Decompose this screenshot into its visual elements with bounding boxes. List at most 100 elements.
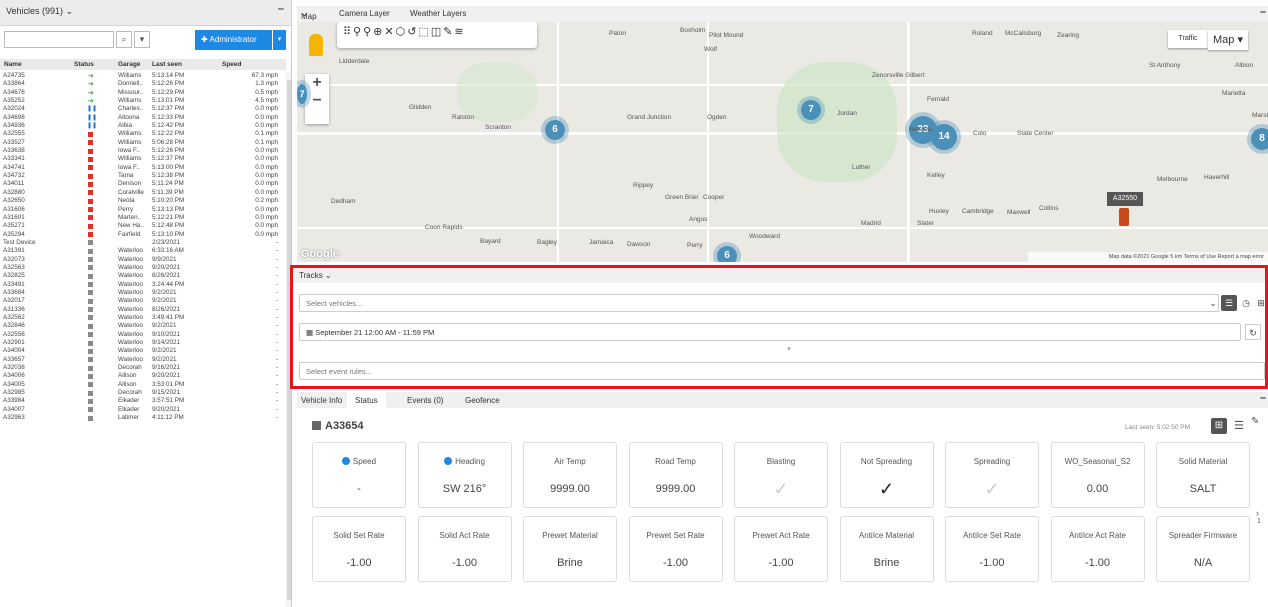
minimize-icon[interactable]: – bbox=[278, 3, 284, 15]
map-tab[interactable]: Map ⌄ bbox=[301, 9, 317, 21]
cluster-marker[interactable]: 7 bbox=[297, 84, 307, 104]
table-row[interactable]: A32985 Decorah 9/15/2021 - bbox=[0, 389, 286, 397]
table-row[interactable]: A34732 Tama 5:12:38 PM 0.0 mph bbox=[0, 172, 286, 180]
table-row[interactable]: Test Device 2/23/2021 - bbox=[0, 239, 286, 247]
vehicle-speed: 0.0 mph bbox=[255, 213, 278, 221]
tab-vehicle-info[interactable]: Vehicle Info bbox=[301, 396, 342, 405]
vehicles-title[interactable]: Vehicles (991) bbox=[6, 6, 63, 16]
table-row[interactable]: A35252 ➔ Williams 5:13:01 PM 4.5 mph bbox=[0, 97, 286, 105]
tab-geofence[interactable]: Geofence bbox=[465, 396, 500, 405]
col-name[interactable]: Name bbox=[4, 61, 22, 68]
col-garage[interactable]: Garage bbox=[118, 61, 140, 68]
grid-icon[interactable]: ⊞ bbox=[1253, 295, 1268, 311]
edit-icon[interactable]: ✎ bbox=[1251, 416, 1265, 432]
select-event-rules-input[interactable]: Select event rules... bbox=[299, 362, 1265, 380]
cluster-marker[interactable]: 7 bbox=[801, 100, 821, 120]
chevron-down-icon[interactable]: ⌄ bbox=[1205, 295, 1221, 311]
table-row[interactable]: A32846 Waterloo 9/2/2021 - bbox=[0, 322, 286, 330]
minimize-icon[interactable]: – bbox=[1260, 6, 1266, 18]
filter-dropdown-icon[interactable]: ▾ bbox=[134, 31, 150, 48]
table-row[interactable]: A32963 Latimer 4:11:12 PM - bbox=[0, 414, 286, 422]
table-row[interactable]: A33341 Williams 5:12:37 PM 0.0 mph bbox=[0, 155, 286, 163]
zoom-in-icon[interactable]: + bbox=[305, 74, 329, 92]
administrator-button[interactable]: ✚ Administrator bbox=[195, 30, 272, 50]
table-row[interactable]: A31336 Waterloo 8/26/2021 - bbox=[0, 306, 286, 314]
table-row[interactable]: A34006 Allison 9/20/2021 - bbox=[0, 372, 286, 380]
table-row[interactable]: A32017 Waterloo 9/2/2021 - bbox=[0, 297, 286, 305]
tab-status[interactable]: Status bbox=[347, 392, 386, 408]
cluster-marker[interactable]: 14 bbox=[931, 124, 957, 150]
tracks-header[interactable]: Tracks ⌄ bbox=[293, 268, 1265, 283]
table-row[interactable]: A32038 Decorah 9/16/2021 - bbox=[0, 364, 286, 372]
list-view-icon[interactable]: ☰ bbox=[1232, 418, 1246, 434]
table-row[interactable]: A32825 Waterloo 8/26/2021 - bbox=[0, 272, 286, 280]
vehicle-name: A32650 bbox=[3, 197, 25, 205]
table-row[interactable]: A35271 New Ha.. 5:12:48 PM 0.0 mph bbox=[0, 222, 286, 230]
table-row[interactable]: A34011 Denison 5:11:24 PM 0.0 mph bbox=[0, 180, 286, 188]
administrator-dropdown-icon[interactable]: ▾ bbox=[273, 30, 286, 50]
cluster-marker[interactable]: 8 bbox=[1251, 128, 1268, 150]
table-row[interactable]: A32650 Neola 5:10:20 PM 0.2 mph bbox=[0, 197, 286, 205]
zoom-control[interactable]: + − bbox=[305, 74, 329, 124]
next-page-icon[interactable]: › bbox=[1256, 508, 1259, 518]
zoom-out-icon[interactable]: − bbox=[305, 92, 329, 110]
refresh-icon[interactable]: ↻ bbox=[1245, 324, 1261, 340]
plow-truck-icon[interactable] bbox=[1119, 208, 1129, 226]
weather-layers-tab[interactable]: Weather Layers bbox=[410, 9, 466, 18]
table-row[interactable]: A32556 Waterloo 9/10/2021 - bbox=[0, 331, 286, 339]
traffic-button[interactable]: Traffic bbox=[1168, 30, 1208, 48]
table-row[interactable]: A32555 Williams 5:12:22 PM 0.1 mph bbox=[0, 130, 286, 138]
table-row[interactable]: A31606 Perry 5:13:13 PM 0.0 mph bbox=[0, 206, 286, 214]
list-view-icon[interactable]: ☰ bbox=[1221, 295, 1237, 311]
table-row[interactable]: A32563 Waterloo 9/20/2021 - bbox=[0, 264, 286, 272]
col-last-seen[interactable]: Last seen bbox=[152, 61, 182, 68]
map-type-select[interactable]: Map ▾ bbox=[1208, 30, 1248, 50]
chevron-down-icon[interactable]: ⌄ bbox=[66, 6, 74, 16]
table-row[interactable]: A33657 Waterloo 9/2/2021 - bbox=[0, 356, 286, 364]
street-view-pegman-icon[interactable] bbox=[309, 34, 323, 56]
card-view-icon[interactable]: ⊞ bbox=[1211, 418, 1227, 434]
table-row[interactable]: A24735 ➔ Williams 5:13:14 PM 67.3 mph bbox=[0, 72, 286, 80]
table-row[interactable]: A34741 Iowa F.. 5:13:00 PM 0.0 mph bbox=[0, 164, 286, 172]
col-speed[interactable]: Speed bbox=[222, 61, 242, 68]
table-row[interactable]: A34936 ❚❚ Albia 5:12:42 PM 0.0 mph bbox=[0, 122, 286, 130]
map-drawing-toolbar[interactable]: ⠿⚲⚲⊕✕⬡↺⬚◫✎≋ bbox=[337, 22, 537, 48]
table-row[interactable]: A35294 Fairfield 5:13:10 PM 0.0 mph bbox=[0, 231, 286, 239]
table-row[interactable]: A34004 Waterloo 9/2/2021 - bbox=[0, 347, 286, 355]
table-row[interactable]: A32880 Coralville 5:11:39 PM 0.0 mph bbox=[0, 189, 286, 197]
table-row[interactable]: A33684 Waterloo 9/2/2021 - bbox=[0, 289, 286, 297]
table-row[interactable]: A34007 Elkader 9/20/2021 - bbox=[0, 406, 286, 414]
table-row[interactable]: A33527 Williams 5:06:28 PM 0.1 mph bbox=[0, 139, 286, 147]
table-row[interactable]: A31391 Waterloo 6:33:16 AM - bbox=[0, 247, 286, 255]
table-row[interactable]: A32024 ❚❚ Charles.. 5:12:37 PM 0.0 mph bbox=[0, 105, 286, 113]
map-canvas[interactable]: ⠿⚲⚲⊕✕⬡↺⬚◫✎≋ + − Traffic Map ▾ 6 7 33 14 8… bbox=[297, 22, 1268, 262]
card-title: WO_Seasonal_S2 bbox=[1064, 457, 1131, 466]
camera-layer-tab[interactable]: Camera Layer bbox=[339, 9, 390, 18]
table-row[interactable]: A33491 Waterloo 3:24:44 PM - bbox=[0, 281, 286, 289]
table-row[interactable]: A34698 ❚❚ Altoona 5:12:33 PM 0.0 mph bbox=[0, 114, 286, 122]
cluster-marker[interactable]: 6 bbox=[717, 246, 737, 262]
cluster-marker[interactable]: 6 bbox=[545, 120, 565, 140]
table-row[interactable]: A32901 Waterloo 9/14/2021 - bbox=[0, 339, 286, 347]
table-row[interactable]: A33984 Elkader 3:57:51 PM - bbox=[0, 397, 286, 405]
minimize-icon[interactable]: – bbox=[1260, 392, 1266, 404]
table-row[interactable]: A34676 ➔ Missour.. 5:12:29 PM 0.5 mph bbox=[0, 89, 286, 97]
vehicle-search-input[interactable] bbox=[4, 31, 114, 48]
vehicles-header[interactable]: Vehicles (991) ⌄ – bbox=[0, 0, 291, 26]
tab-events[interactable]: Events (0) bbox=[407, 396, 443, 405]
select-vehicles-input[interactable]: Select vehicles... bbox=[299, 294, 1219, 312]
date-range-field[interactable]: ▦ September 21 12:00 AM - 11:59 PM bbox=[299, 323, 1241, 341]
col-status[interactable]: Status bbox=[74, 61, 94, 68]
table-row[interactable]: A31601 Marten.. 5:12:21 PM 0.0 mph bbox=[0, 214, 286, 222]
vehicle-name: A34676 bbox=[3, 88, 25, 96]
vehicle-speed: 0.0 mph bbox=[255, 205, 278, 213]
table-row[interactable]: A34005 Allison 3:53:01 PM - bbox=[0, 381, 286, 389]
search-icon[interactable]: ⌕ bbox=[116, 31, 132, 48]
table-row[interactable]: A32073 Waterloo 9/9/2021 - bbox=[0, 256, 286, 264]
vehicle-map-label[interactable]: A32550 bbox=[1107, 192, 1143, 206]
table-row[interactable]: A33864 ➔ Donnell.. 5:12:26 PM 1.3 mph bbox=[0, 80, 286, 88]
table-row[interactable]: A33638 Iowa F.. 5:12:26 PM 0.0 mph bbox=[0, 147, 286, 155]
expand-chevron-icon[interactable]: ▾ bbox=[781, 342, 797, 358]
table-row[interactable]: A32562 Waterloo 3:49:41 PM - bbox=[0, 314, 286, 322]
clock-icon[interactable]: ◷ bbox=[1238, 295, 1254, 311]
